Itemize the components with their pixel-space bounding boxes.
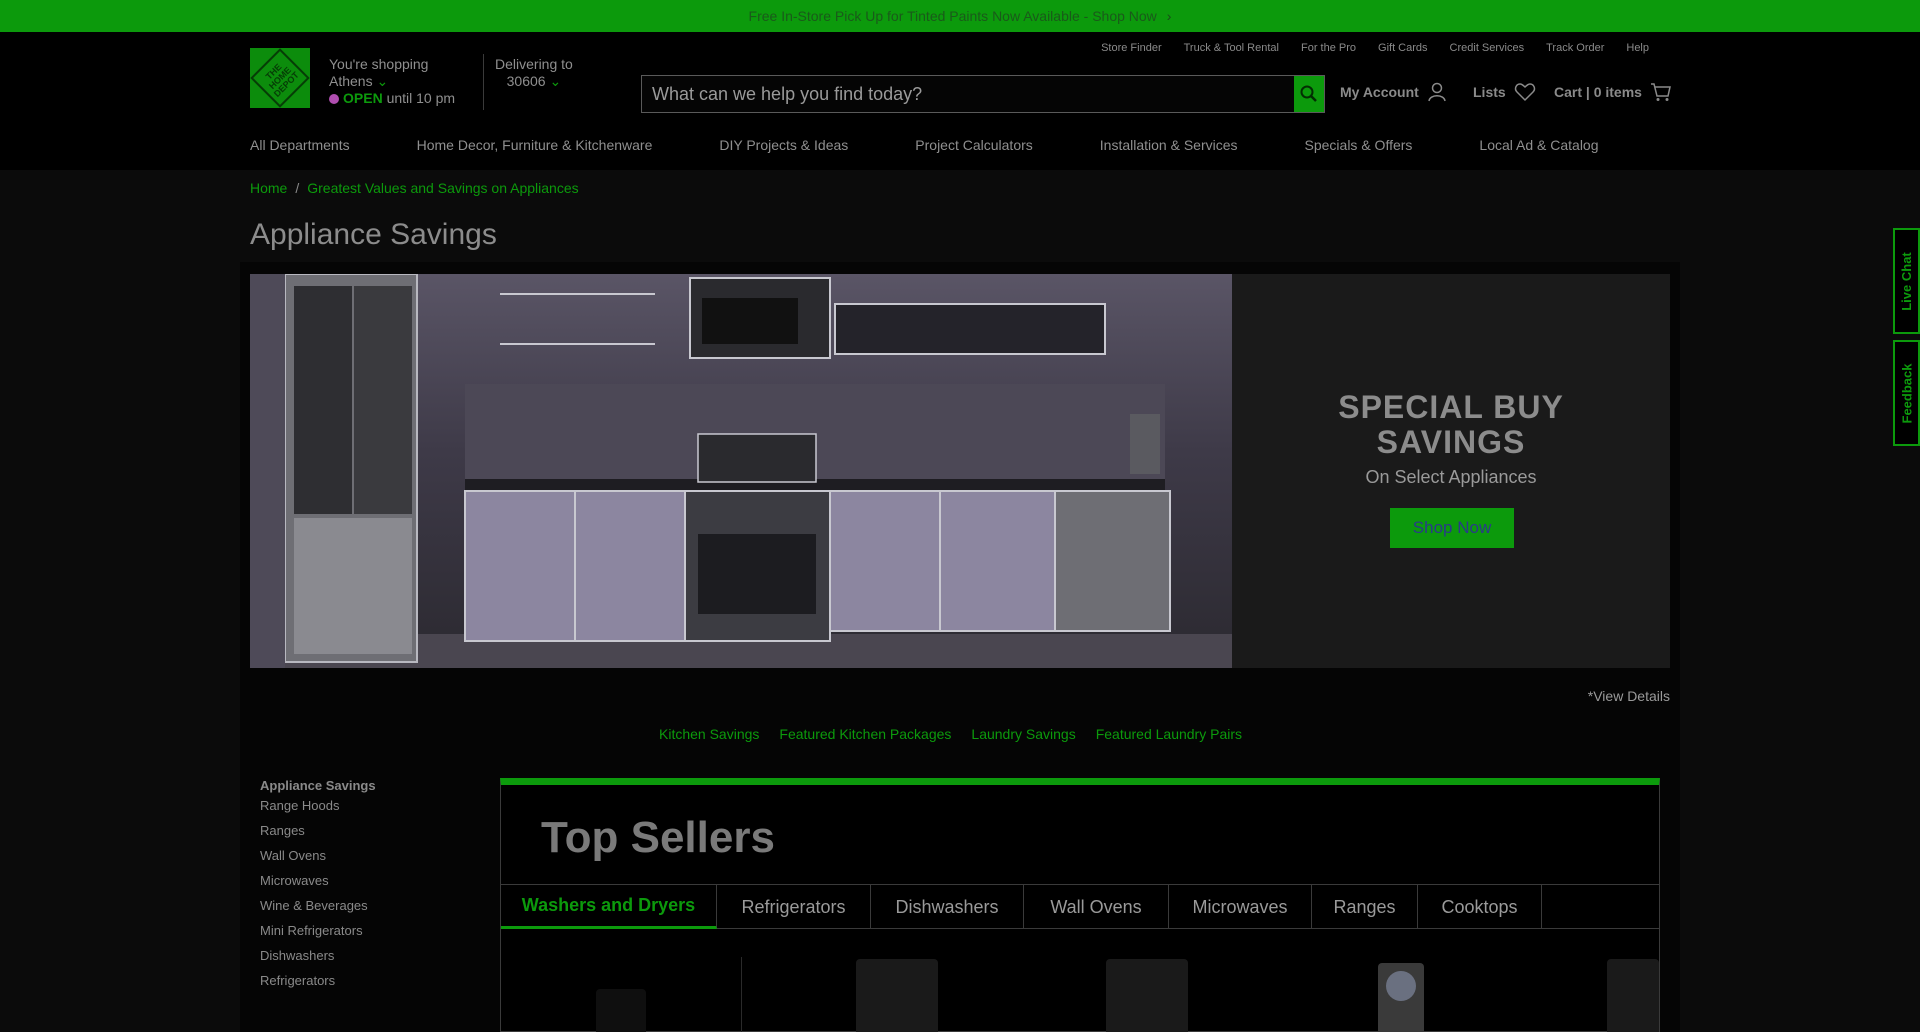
chevron-down-icon: ⌄ xyxy=(376,73,389,89)
store-selector[interactable]: You're shopping Athens ⌄ OPEN until 10 p… xyxy=(329,56,455,107)
nav-installation-services[interactable]: Installation & Services xyxy=(1100,137,1238,153)
my-account-button[interactable]: My Account xyxy=(1340,82,1447,102)
nav-specials-offers[interactable]: Specials & Offers xyxy=(1305,137,1413,153)
product-carousel xyxy=(501,929,1659,1032)
feedback-label: Feedback xyxy=(1899,363,1915,423)
hero-headline-line-1: SPECIAL BUY xyxy=(1338,389,1564,425)
hero-headline-line-2: SAVINGS xyxy=(1376,424,1526,460)
kitchen-hero-image xyxy=(250,274,1232,668)
heart-icon xyxy=(1514,83,1535,102)
tab-ranges[interactable]: Ranges xyxy=(1312,885,1418,929)
store-hours: until 10 pm xyxy=(386,90,456,106)
sidebar-item-wall-ovens[interactable]: Wall Ovens xyxy=(260,848,376,863)
category-sub-nav: Kitchen Savings Featured Kitchen Package… xyxy=(659,726,1242,742)
promo-text[interactable]: Free In-Store Pick Up for Tinted Paints … xyxy=(749,8,1157,24)
utility-link-track-order[interactable]: Track Order xyxy=(1546,42,1604,54)
tab-cooktops[interactable]: Cooktops xyxy=(1418,885,1542,929)
shop-now-button[interactable]: Shop Now xyxy=(1390,508,1514,548)
store-prefix: You're shopping xyxy=(329,56,429,72)
sidebar-item-dishwashers[interactable]: Dishwashers xyxy=(260,948,376,963)
subnav-kitchen-savings[interactable]: Kitchen Savings xyxy=(659,726,759,742)
search-bar xyxy=(641,75,1325,113)
category-sidebar: Appliance Savings Range Hoods Ranges Wal… xyxy=(260,778,376,998)
site-header: THE HOME DEPOT You're shopping Athens ⌄ … xyxy=(0,32,1920,170)
page-title: Appliance Savings xyxy=(250,218,497,251)
sidebar-item-refrigerators[interactable]: Refrigerators xyxy=(260,973,376,988)
subnav-featured-kitchen-packages[interactable]: Featured Kitchen Packages xyxy=(779,726,951,742)
breadcrumb-separator: / xyxy=(295,180,300,196)
nav-all-departments[interactable]: All Departments xyxy=(250,137,350,153)
status-dot-icon xyxy=(329,94,339,104)
lists-label: Lists xyxy=(1473,84,1506,100)
breadcrumb-home[interactable]: Home xyxy=(250,180,287,196)
tab-wall-ovens[interactable]: Wall Ovens xyxy=(1024,885,1169,929)
hero-banner[interactable]: SPECIAL BUY SAVINGS On Select Appliances… xyxy=(250,274,1670,668)
breadcrumb: Home / Greatest Values and Savings on Appl… xyxy=(250,180,579,196)
delivery-zip[interactable]: 30606 xyxy=(507,73,546,89)
sidebar-item-mini-refrigerators[interactable]: Mini Refrigerators xyxy=(260,923,376,938)
store-city[interactable]: Athens xyxy=(329,73,373,89)
nav-diy-projects[interactable]: DIY Projects & Ideas xyxy=(719,137,848,153)
delivery-prefix: Delivering to xyxy=(495,56,573,72)
search-button[interactable] xyxy=(1294,76,1324,112)
user-icon xyxy=(1428,82,1446,102)
nav-home-decor[interactable]: Home Decor, Furniture & Kitchenware xyxy=(417,137,653,153)
product-image[interactable] xyxy=(1607,959,1659,1032)
lists-button[interactable]: Lists xyxy=(1473,82,1536,102)
live-chat-label: Live Chat xyxy=(1899,251,1915,311)
live-chat-tab[interactable]: Live Chat xyxy=(1893,228,1920,334)
tab-dishwashers[interactable]: Dishwashers xyxy=(871,885,1024,929)
view-details-link[interactable]: *View Details xyxy=(1588,688,1670,704)
top-sellers-title: Top Sellers xyxy=(541,813,775,862)
tab-washers-dryers[interactable]: Washers and Dryers xyxy=(501,885,717,929)
top-sellers-tabs: Washers and Dryers Refrigerators Dishwas… xyxy=(501,884,1659,929)
utility-link-credit-services[interactable]: Credit Services xyxy=(1450,42,1525,54)
sidebar-item-ranges[interactable]: Ranges xyxy=(260,823,376,838)
carousel-divider xyxy=(741,957,742,1032)
top-sellers-panel: Top Sellers Washers and Dryers Refrigera… xyxy=(500,778,1660,1032)
feedback-tab[interactable]: Feedback xyxy=(1893,340,1920,446)
sidebar-heading[interactable]: Appliance Savings xyxy=(260,778,376,793)
nav-project-calculators[interactable]: Project Calculators xyxy=(915,137,1033,153)
chevron-down-icon: ⌄ xyxy=(549,73,562,89)
tab-microwaves[interactable]: Microwaves xyxy=(1169,885,1312,929)
tab-refrigerators[interactable]: Refrigerators xyxy=(717,885,871,929)
kitchen-illustration xyxy=(250,274,1232,668)
utility-link-gift-cards[interactable]: Gift Cards xyxy=(1378,42,1428,54)
my-account-label: My Account xyxy=(1340,84,1419,100)
logo-mark: THE HOME DEPOT xyxy=(250,48,310,108)
subnav-laundry-savings[interactable]: Laundry Savings xyxy=(971,726,1075,742)
hero-subtitle: On Select Appliances xyxy=(1365,467,1537,487)
utility-link-for-the-pro[interactable]: For the Pro xyxy=(1301,42,1356,54)
product-image[interactable] xyxy=(596,989,646,1032)
hero-headline: SPECIAL BUY SAVINGS xyxy=(1232,390,1670,460)
product-image[interactable] xyxy=(1378,963,1424,1032)
utility-link-help[interactable]: Help xyxy=(1626,42,1649,54)
delivery-selector[interactable]: Delivering to 30606 ⌄ xyxy=(495,56,573,90)
nav-local-ad[interactable]: Local Ad & Catalog xyxy=(1479,137,1598,153)
cart-label: Cart | 0 items xyxy=(1554,84,1642,100)
utility-link-store-finder[interactable]: Store Finder xyxy=(1101,42,1162,54)
cart-button[interactable]: Cart | 0 items xyxy=(1554,82,1672,102)
utility-link-truck-rental[interactable]: Truck & Tool Rental xyxy=(1184,42,1279,54)
header-divider xyxy=(483,54,484,110)
promo-banner[interactable]: Free In-Store Pick Up for Tinted Paints … xyxy=(0,0,1920,32)
product-image[interactable] xyxy=(1106,959,1188,1032)
store-status: OPEN xyxy=(343,90,383,106)
main-nav: All Departments Home Decor, Furniture & … xyxy=(250,137,1666,153)
product-image[interactable] xyxy=(856,959,938,1032)
utility-links: Store Finder Truck & Tool Rental For the… xyxy=(1101,42,1649,54)
chevron-right-icon: › xyxy=(1166,8,1172,24)
search-input[interactable] xyxy=(642,76,1282,112)
hero-promo-panel: SPECIAL BUY SAVINGS On Select Appliances… xyxy=(1232,274,1670,668)
cart-icon xyxy=(1650,83,1671,101)
sidebar-item-microwaves[interactable]: Microwaves xyxy=(260,873,376,888)
search-icon xyxy=(1300,85,1317,102)
washer-door-icon xyxy=(1386,971,1416,1001)
home-depot-logo[interactable]: THE HOME DEPOT xyxy=(250,48,310,108)
breadcrumb-current[interactable]: Greatest Values and Savings on Appliance… xyxy=(307,180,578,196)
subnav-featured-laundry-pairs[interactable]: Featured Laundry Pairs xyxy=(1096,726,1242,742)
sidebar-item-range-hoods[interactable]: Range Hoods xyxy=(260,798,376,813)
sidebar-item-wine-beverages[interactable]: Wine & Beverages xyxy=(260,898,376,913)
